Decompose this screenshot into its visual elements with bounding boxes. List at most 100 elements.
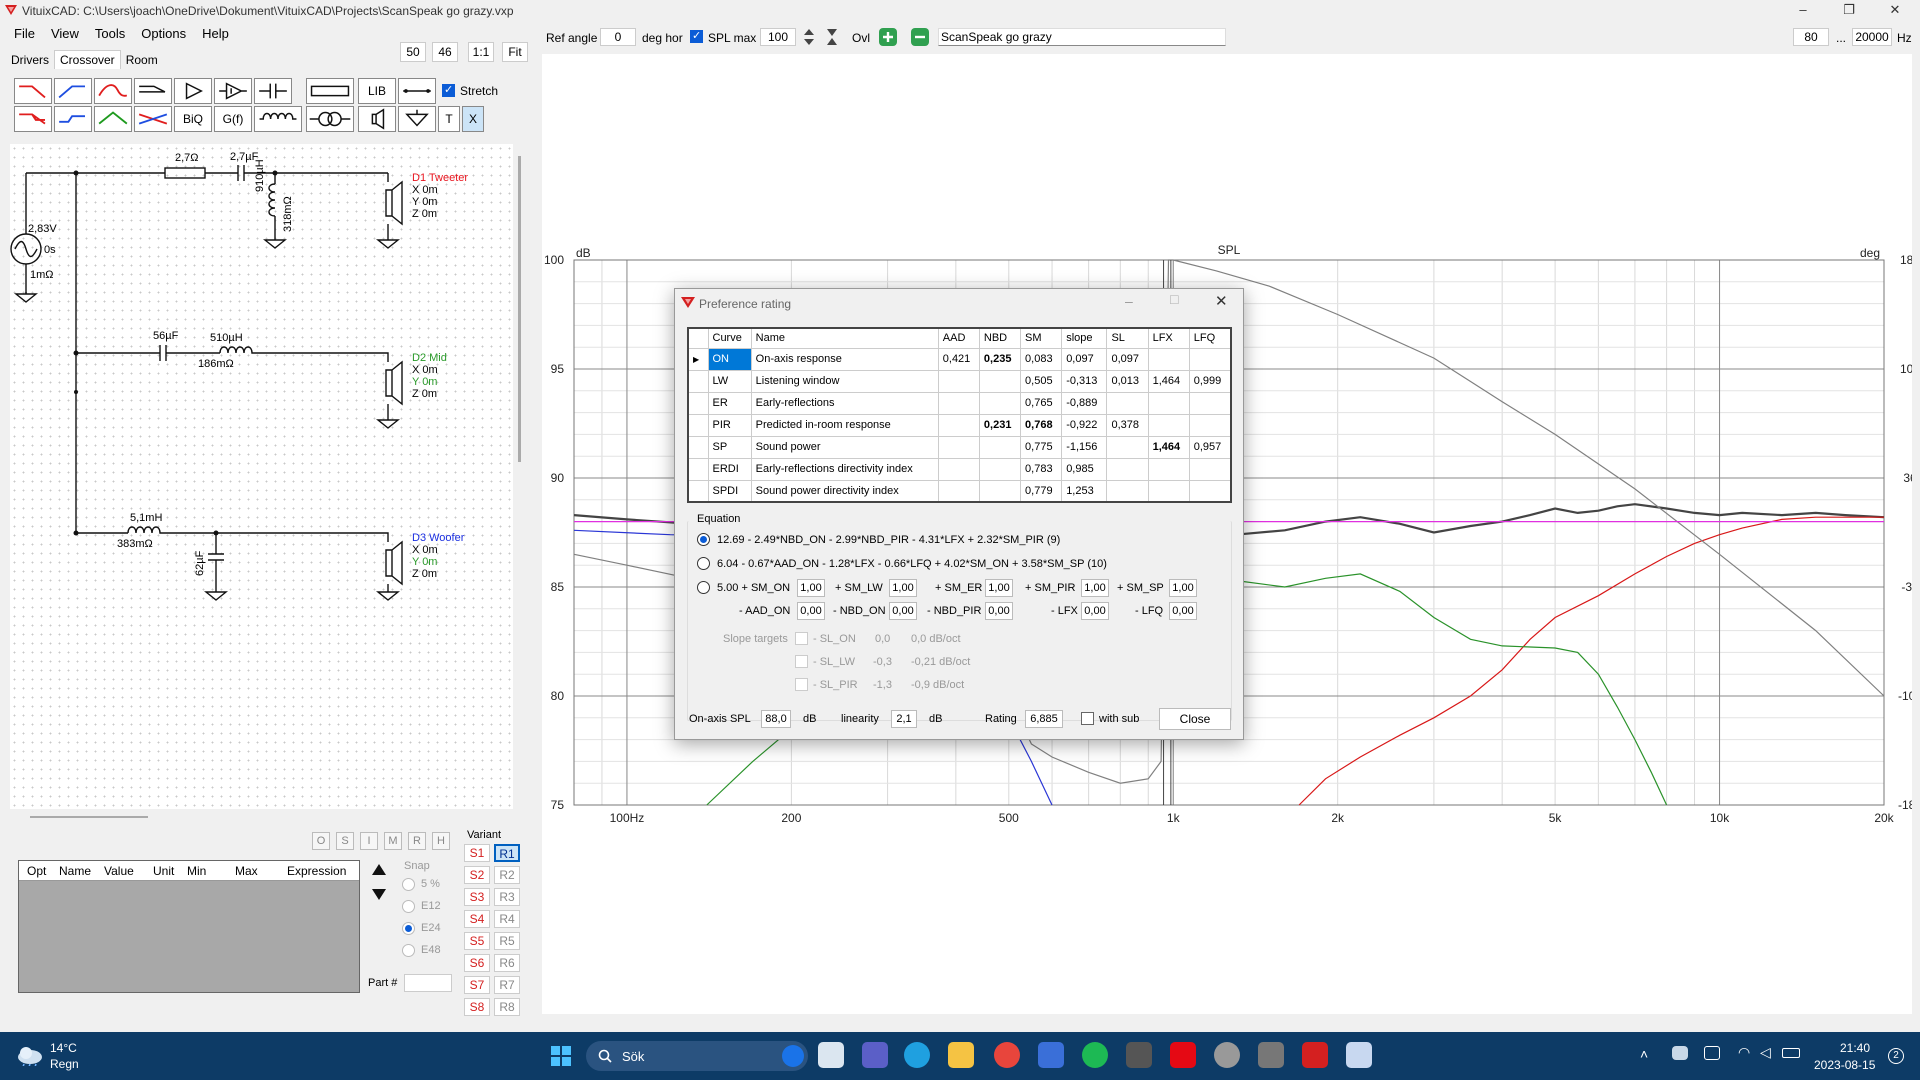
ground-tool-button[interactable] <box>398 106 436 132</box>
variant-s6-button[interactable]: S6 <box>464 954 490 972</box>
start-windows-icon[interactable] <box>550 1045 572 1067</box>
variant-r5-button[interactable]: R5 <box>494 932 520 950</box>
woofer-inductor-label[interactable]: 5,1mH <box>130 512 162 524</box>
variant-r2-button[interactable]: R2 <box>494 866 520 884</box>
sm-er-input[interactable]: 1,00 <box>985 579 1013 597</box>
app-cube-icon[interactable] <box>1126 1042 1152 1068</box>
rating-row[interactable]: LW Listening window 0,505 -0,313 0,013 1,464 0… <box>687 369 1232 393</box>
shelf-tool-button[interactable] <box>134 78 172 104</box>
remove-overlay-button[interactable] <box>910 27 930 47</box>
chrome-icon[interactable] <box>994 1042 1020 1068</box>
spl-max-input[interactable]: 100 <box>760 28 796 46</box>
sl-on-checkbox[interactable] <box>795 632 808 645</box>
woofer-inductor-resistance-label[interactable]: 383mΩ <box>117 538 153 550</box>
rating-row[interactable]: ERDI Early-reflections directivity index 0… <box>687 457 1232 481</box>
wire-tool-button[interactable] <box>398 78 436 104</box>
amplifier-tool-button[interactable] <box>174 78 212 104</box>
tweeter-resistor-label[interactable]: 2,7Ω <box>175 152 199 164</box>
project-name-input[interactable]: ScanSpeak go grazy <box>938 28 1226 46</box>
snap-e48-radio[interactable] <box>402 944 415 957</box>
part-number-input[interactable] <box>404 974 452 992</box>
buffer-tool-button[interactable] <box>214 78 252 104</box>
edge-icon[interactable] <box>904 1042 930 1068</box>
variant-s2-button[interactable]: S2 <box>464 866 490 884</box>
zoom-46-button[interactable]: 46 <box>432 42 458 62</box>
rating-row[interactable]: SP Sound power 0,775 -1,156 1,464 0,957 <box>687 435 1232 459</box>
dialog-maximize-button[interactable]: ☐ <box>1169 293 1180 307</box>
schematic-vertical-scrollbar[interactable] <box>518 156 521 462</box>
rating-row[interactable]: ▶ ON On-axis response 0,421 0,235 0,083 0,097 0… <box>687 347 1232 371</box>
menu-file[interactable]: File <box>0 24 43 43</box>
row-selector[interactable] <box>687 457 709 481</box>
row-selector[interactable] <box>687 369 709 393</box>
vituixcad-taskbar-icon[interactable] <box>1302 1042 1328 1068</box>
wifi-icon[interactable]: ◠ <box>1738 1044 1750 1061</box>
mid-inductor-label[interactable]: 510µH <box>210 332 243 344</box>
source-voltage-label[interactable]: 2,83V <box>28 223 57 235</box>
highpass2-tool-button[interactable] <box>54 106 92 132</box>
row-selector[interactable] <box>687 391 709 415</box>
add-overlay-button[interactable] <box>878 27 898 47</box>
tweeter-inductor-resistance-label[interactable]: 318mΩ <box>282 196 294 232</box>
variant-s8-button[interactable]: S8 <box>464 998 490 1016</box>
spl-max-spinner[interactable] <box>802 27 816 47</box>
close-window-button[interactable]: ✕ <box>1872 0 1918 22</box>
variant-r4-button[interactable]: R4 <box>494 910 520 928</box>
sm-lw-input[interactable]: 1,00 <box>889 579 917 597</box>
sync-icon[interactable] <box>1704 1046 1720 1060</box>
lowpass-tool-button[interactable] <box>14 78 52 104</box>
snap-e12-radio[interactable] <box>402 900 415 913</box>
flag-i-button[interactable]: I <box>360 832 378 850</box>
variant-s4-button[interactable]: S4 <box>464 910 490 928</box>
lfx-input[interactable]: 0,00 <box>1081 602 1109 620</box>
optimizer-table[interactable]: Opt Name Value Unit Min Max Expression <box>18 860 360 993</box>
onaxis-spl-input[interactable]: 88,0 <box>761 710 791 728</box>
nbd-pir-input[interactable]: 0,00 <box>985 602 1013 620</box>
inductor-tool-button[interactable] <box>254 106 302 132</box>
app-icon[interactable] <box>1038 1042 1064 1068</box>
resistor-tool-button[interactable] <box>306 78 354 104</box>
equation-2-radio[interactable] <box>697 557 710 570</box>
tab-drivers[interactable]: Drivers <box>6 51 54 69</box>
rating-row[interactable]: SPDI Sound power directivity index 0,779 1,… <box>687 479 1232 503</box>
row-selector[interactable] <box>687 479 709 503</box>
flag-o-button[interactable]: O <box>312 832 330 850</box>
biquad-button[interactable]: BiQ <box>174 106 212 132</box>
freq-max-input[interactable]: 20000 <box>1852 28 1892 46</box>
row-selector[interactable] <box>687 435 709 459</box>
maximize-button[interactable]: ❐ <box>1826 0 1872 22</box>
netflix-icon[interactable] <box>1170 1042 1196 1068</box>
source-delay-label[interactable]: 0s <box>44 244 56 256</box>
onedrive-icon[interactable] <box>1672 1046 1688 1060</box>
menu-tools[interactable]: Tools <box>87 24 133 43</box>
dialog-minimize-button[interactable]: – <box>1125 293 1133 309</box>
equation-custom-radio[interactable] <box>697 581 710 594</box>
rating-row[interactable]: ER Early-reflections 0,765 -0,889 <box>687 391 1232 415</box>
variant-s5-button[interactable]: S5 <box>464 932 490 950</box>
crossover-schematic[interactable]: 2,7Ω 2,7µF 910µH 318mΩ 2,83V 0s 1mΩ 56µF… <box>10 144 513 809</box>
sl-lw-value[interactable]: -0,3 <box>873 656 892 668</box>
lfq-input[interactable]: 0,00 <box>1169 602 1197 620</box>
snap-5pct-radio[interactable] <box>402 878 415 891</box>
equation-1-radio[interactable] <box>697 533 710 546</box>
sl-pir-checkbox[interactable] <box>795 678 808 691</box>
move-up-button[interactable] <box>371 862 387 876</box>
spl-max-checkbox[interactable] <box>690 29 703 43</box>
folder-icon[interactable] <box>948 1042 974 1068</box>
mid-inductor-resistance-label[interactable]: 186mΩ <box>198 358 234 370</box>
close-button[interactable]: Close <box>1159 708 1231 730</box>
battery-icon[interactable] <box>1782 1048 1800 1058</box>
transfer-function-button[interactable]: G(f) <box>214 106 252 132</box>
zoom-50-button[interactable]: 50 <box>400 42 426 62</box>
driver-tool-button[interactable] <box>358 106 396 132</box>
sl-pir-value[interactable]: -1,3 <box>873 679 892 691</box>
nbd-on-input[interactable]: 0,00 <box>889 602 917 620</box>
volume-icon[interactable]: ◁ <box>1760 1044 1771 1061</box>
woofer-capacitor-label[interactable]: 62µF <box>194 551 206 576</box>
source-resistance-label[interactable]: 1mΩ <box>30 269 54 281</box>
vituixcad-window-icon[interactable] <box>1346 1042 1372 1068</box>
variant-r6-button[interactable]: R6 <box>494 954 520 972</box>
menu-help[interactable]: Help <box>194 24 237 43</box>
variant-r3-button[interactable]: R3 <box>494 888 520 906</box>
zoom-fit-button[interactable]: Fit <box>502 42 528 62</box>
